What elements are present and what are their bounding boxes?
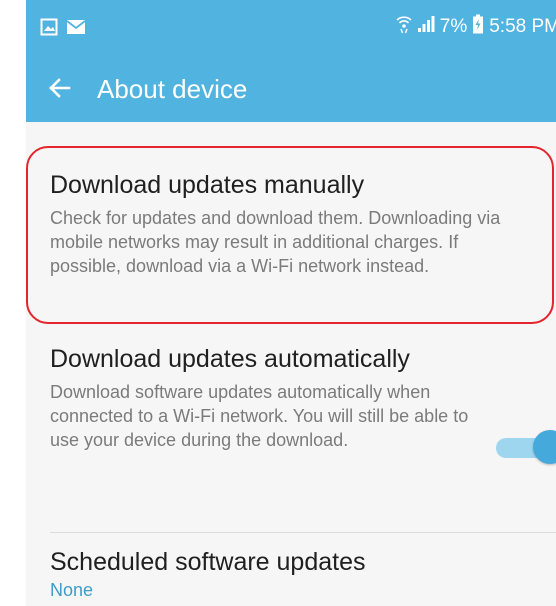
status-left-icons (40, 18, 86, 41)
setting-value: None (50, 580, 94, 600)
setting-title: Download updates automatically (50, 345, 410, 373)
setting-scheduled-updates[interactable]: Scheduled software updates None (26, 533, 556, 606)
status-bar: 7% 5:58 PM (26, 0, 556, 55)
setting-description: Check for updates and download them. Dow… (50, 208, 501, 276)
page-title: About device (97, 74, 248, 104)
battery-charging-icon (472, 14, 484, 40)
auto-update-toggle[interactable] (496, 430, 556, 464)
arrow-left-icon[interactable] (42, 69, 80, 107)
setting-title: Download updates manually (50, 171, 365, 199)
status-right-icons: 7% 5:58 PM (396, 14, 556, 40)
status-time: 5:58 PM (489, 16, 556, 37)
toggle-thumb (533, 430, 556, 464)
mail-notification-icon (66, 19, 86, 40)
battery-percent: 7% (439, 16, 468, 37)
app-bar: About device (26, 55, 556, 122)
setting-download-automatically[interactable]: Download updates automatically Download … (26, 328, 556, 528)
settings-list: Download updates manually Check for upda… (26, 122, 556, 606)
phone-screen: 7% 5:58 PM About device Download updates… (26, 0, 556, 606)
setting-description: Download software updates automatically … (50, 382, 469, 450)
gallery-notification-icon (40, 18, 58, 41)
wifi-icon (396, 14, 412, 40)
setting-download-manually[interactable]: Download updates manually Check for upda… (26, 122, 556, 328)
setting-title: Scheduled software updates (50, 548, 366, 576)
signal-icon (417, 15, 435, 39)
